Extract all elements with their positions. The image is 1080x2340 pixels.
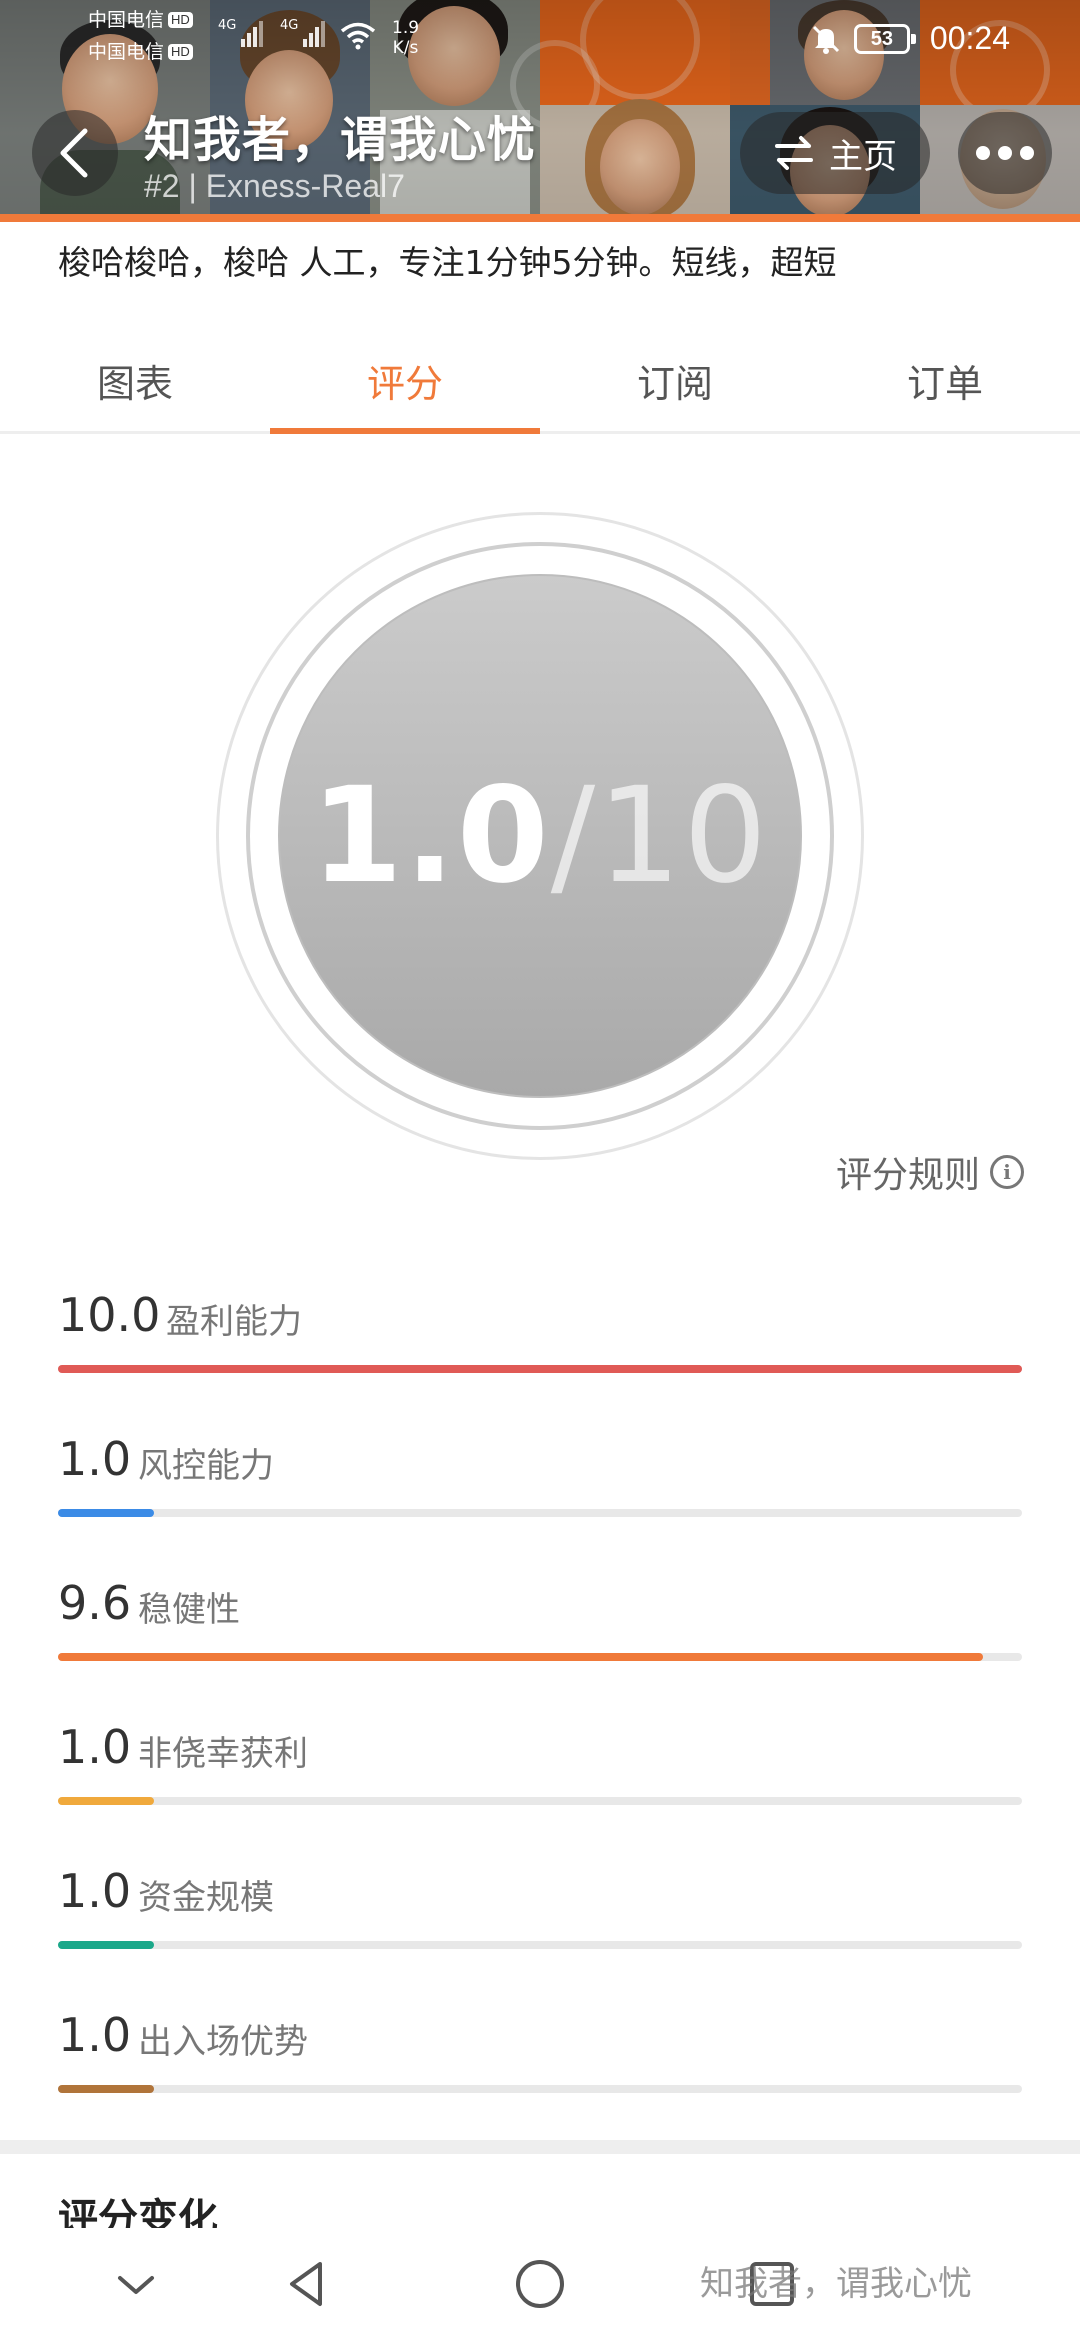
network-speed: 1.9 K/s xyxy=(392,18,420,58)
score-gauge: 1.0/10 xyxy=(216,512,864,1160)
metric-bar-track xyxy=(58,1365,1022,1373)
metric-bar-fill xyxy=(58,1797,155,1805)
metric-value: 1.0 xyxy=(58,1432,132,1486)
profile-header: 中国电信 HD 中国电信 HD 4G 4G 1.9 K/s 53 00:24 知… xyxy=(0,0,1080,222)
metric-bar-track xyxy=(58,1941,1022,1949)
signal-strength-icon: 4G xyxy=(218,18,265,47)
metric-bar-track xyxy=(58,1509,1022,1517)
metric-row: 1.0 风控能力 xyxy=(58,1424,1022,1568)
home-button[interactable]: 主页 xyxy=(740,112,930,194)
metric-bar-track xyxy=(58,1653,1022,1661)
metric-label: 稳健性 xyxy=(138,1590,240,1630)
metric-bar-fill xyxy=(58,1941,155,1949)
tab-chart[interactable]: 图表 xyxy=(0,330,270,431)
wifi-icon xyxy=(340,22,376,50)
metric-row: 9.6 稳健性 xyxy=(58,1568,1022,1712)
metric-bar-fill xyxy=(58,1653,984,1661)
battery-indicator: 53 xyxy=(853,23,916,54)
metric-value: 1.0 xyxy=(58,1864,132,1918)
metric-label: 非侥幸获利 xyxy=(138,1734,308,1774)
more-dots-icon[interactable] xyxy=(958,112,1052,194)
chevron-down-icon[interactable] xyxy=(106,2254,166,2314)
tab-score[interactable]: 评分 xyxy=(270,330,540,434)
metric-bar-fill xyxy=(58,2085,155,2093)
tab-subscribe[interactable]: 订阅 xyxy=(540,330,810,431)
metric-value: 1.0 xyxy=(58,2008,132,2062)
metric-value: 9.6 xyxy=(58,1576,132,1630)
metric-bar-track xyxy=(58,1797,1022,1805)
metric-bar-fill xyxy=(58,1509,155,1517)
score-value: 1.0 xyxy=(310,759,551,913)
header-accent-line xyxy=(0,214,1080,222)
muted-bell-icon xyxy=(812,25,839,54)
section-divider xyxy=(0,2140,1080,2154)
carrier-1: 中国电信 HD xyxy=(88,10,193,32)
back-button[interactable] xyxy=(32,110,118,196)
info-icon: i xyxy=(990,1155,1024,1189)
score-metrics-list: 10.0 盈利能力 1.0 风控能力 9.6 稳健性 1.0 非侥幸获利 1.0… xyxy=(58,1280,1022,2144)
score-max: /10 xyxy=(550,759,770,913)
status-bar: 中国电信 HD 中国电信 HD 4G 4G 1.9 K/s 53 00:24 xyxy=(0,10,1080,66)
scoring-rules-label: 评分规则 xyxy=(835,1155,980,1196)
metric-row: 1.0 非侥幸获利 xyxy=(58,1712,1022,1856)
home-button-label: 主页 xyxy=(829,136,897,177)
carrier-2: 中国电信 HD xyxy=(88,42,193,64)
back-triangle-icon[interactable] xyxy=(278,2254,338,2314)
metric-value: 1.0 xyxy=(58,1720,132,1774)
metric-label: 出入场优势 xyxy=(138,2022,308,2062)
tab-orders[interactable]: 订单 xyxy=(810,330,1080,431)
account-subtitle: #2 | Exness-Real7 xyxy=(144,168,405,204)
metric-value: 10.0 xyxy=(58,1288,161,1342)
home-circle-icon[interactable] xyxy=(510,2254,570,2314)
tab-bar: 图表 评分 订阅 订单 xyxy=(0,330,1080,434)
metric-label: 风控能力 xyxy=(138,1446,274,1486)
metric-row: 1.0 资金规模 xyxy=(58,1856,1022,2000)
swap-arrows-icon xyxy=(775,136,813,170)
strategy-description: 梭哈梭哈，梭哈 人工，专注1分钟5分钟。短线，超短 xyxy=(58,243,837,282)
metric-row: 1.0 出入场优势 xyxy=(58,2000,1022,2144)
system-nav-bar: 知我者，谓我心忧 xyxy=(0,2230,1080,2340)
clock: 00:24 xyxy=(929,20,1010,56)
metric-label: 资金规模 xyxy=(138,1878,274,1918)
watermark-text: 知我者，谓我心忧 xyxy=(700,2264,972,2304)
chevron-left-icon xyxy=(60,128,88,178)
metric-bar-fill xyxy=(58,1365,1022,1373)
score-disc: 1.0/10 xyxy=(278,574,802,1098)
metric-bar-track xyxy=(58,2085,1022,2093)
scoring-rules-link[interactable]: 评分规则 i xyxy=(836,1146,1024,1198)
signal-strength-icon: 4G xyxy=(280,18,327,47)
page-title: 知我者，谓我心忧 xyxy=(144,112,537,168)
metric-label: 盈利能力 xyxy=(166,1302,302,1342)
score-history-title: 评分变化 xyxy=(58,2196,218,2228)
metric-row: 10.0 盈利能力 xyxy=(58,1280,1022,1424)
